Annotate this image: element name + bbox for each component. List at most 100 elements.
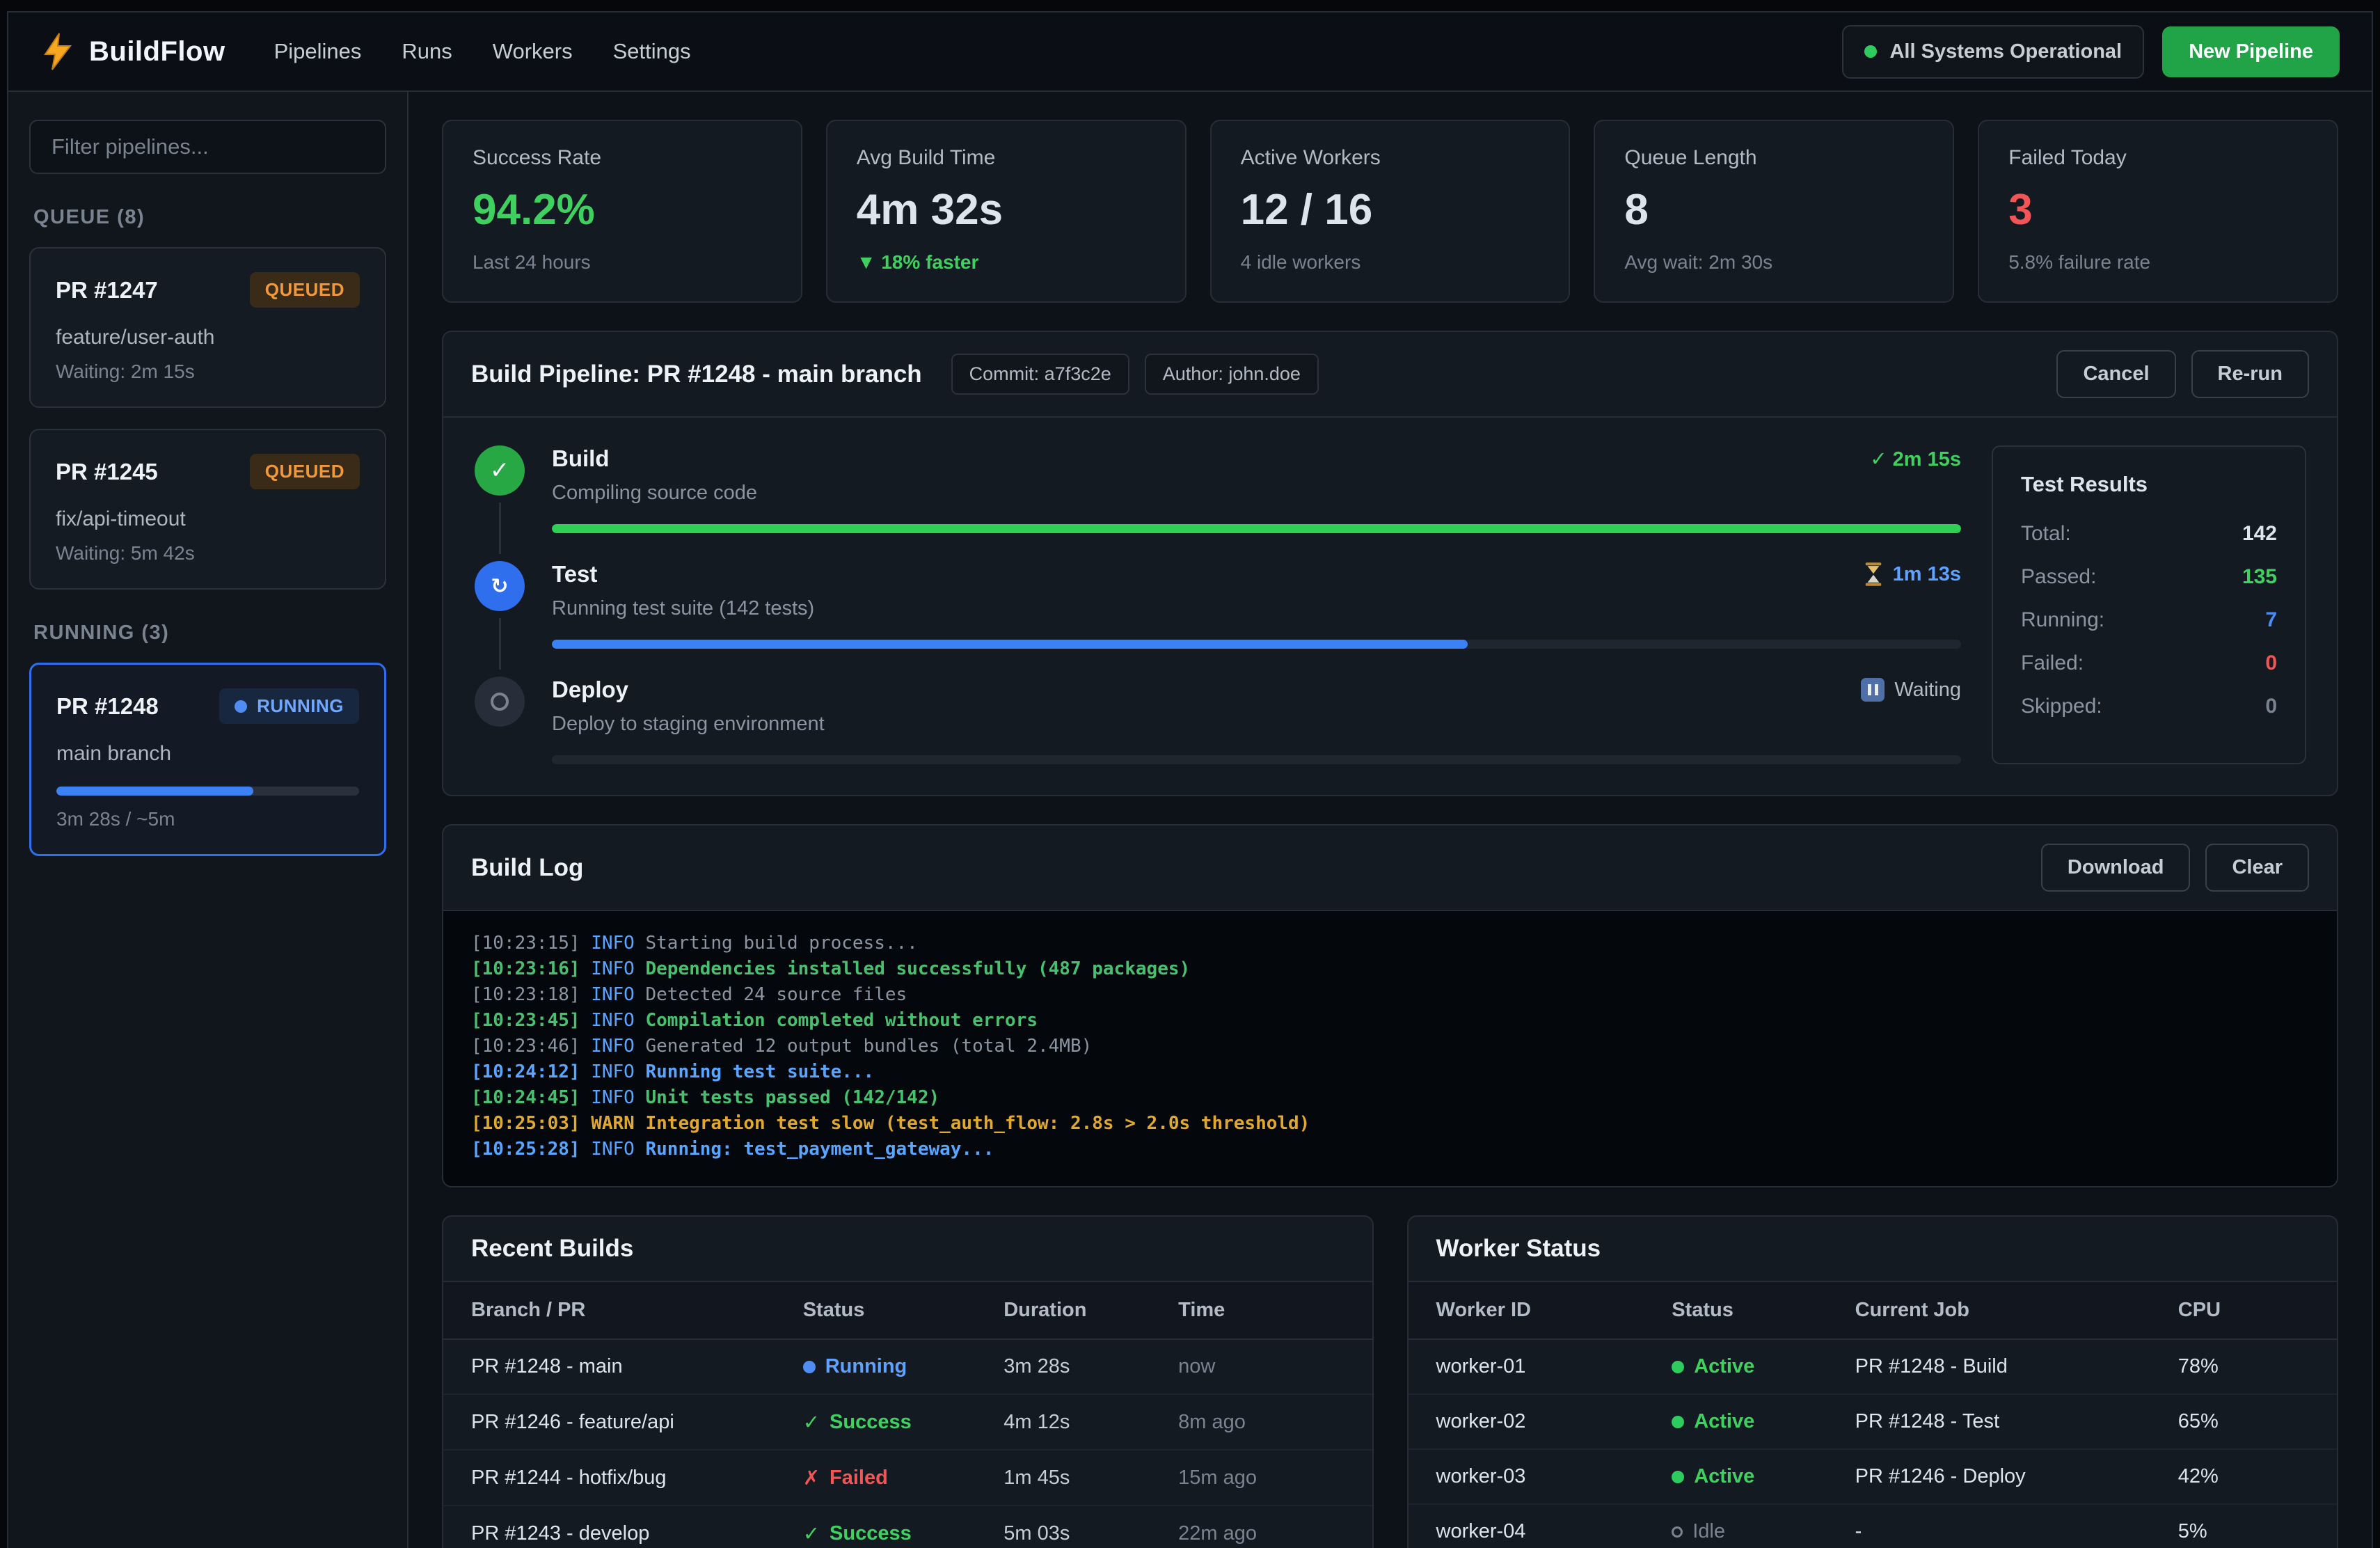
stat-label: Queue Length xyxy=(1624,146,1923,170)
branch-cell: PR #1248 - main xyxy=(471,1355,803,1378)
progress-fill xyxy=(552,524,1961,533)
nav-settings[interactable]: Settings xyxy=(613,39,691,64)
table-row[interactable]: worker-02 Active PR #1248 - Test 65% xyxy=(1409,1395,2338,1450)
step-pending-icon xyxy=(475,677,525,727)
stat-sub: Avg wait: 2m 30s xyxy=(1624,251,1923,274)
rerun-button[interactable]: Re-run xyxy=(2191,350,2309,398)
step-done-icon: ✓ xyxy=(475,445,525,496)
running-pipeline-card[interactable]: PR #1248 RUNNING main branch 3m 28s / ~5… xyxy=(29,663,386,856)
check-icon: ✓ xyxy=(803,1410,820,1434)
worker-status-title: Worker Status xyxy=(1436,1235,1601,1263)
queued-pipeline-card[interactable]: PR #1245 QUEUED fix/api-timeout Waiting:… xyxy=(29,429,386,590)
filter-pipelines-input[interactable] xyxy=(29,120,386,174)
col-duration: Duration xyxy=(1003,1299,1178,1322)
elapsed-time: 3m 28s / ~5m xyxy=(56,808,359,830)
log-output[interactable]: [10:23:15] INFO Starting build process..… xyxy=(443,911,2337,1186)
time-cell: now xyxy=(1178,1355,1344,1378)
lightning-bolt-icon xyxy=(40,32,75,71)
result-value: 0 xyxy=(2265,695,2277,718)
recent-builds-title: Recent Builds xyxy=(471,1235,633,1263)
stat-card-failed-today: Failed Today 3 5.8% failure rate xyxy=(1978,120,2338,303)
stat-card-success-rate: Success Rate 94.2% Last 24 hours xyxy=(442,120,802,303)
check-icon: ✓ xyxy=(803,1522,820,1545)
worker-id-cell: worker-04 xyxy=(1436,1520,1672,1543)
cancel-button[interactable]: Cancel xyxy=(2056,350,2175,398)
table-row[interactable]: worker-01 Active PR #1248 - Build 78% xyxy=(1409,1340,2338,1395)
log-line: [10:23:15] INFO Starting build process..… xyxy=(471,931,2309,956)
time-cell: 15m ago xyxy=(1178,1467,1344,1490)
active-dot-icon xyxy=(1672,1361,1684,1373)
log-line: [10:23:45] INFO Compilation completed wi… xyxy=(471,1008,2309,1034)
log-line: [10:24:12] INFO Running test suite... xyxy=(471,1059,2309,1085)
duration-cell: 3m 28s xyxy=(1003,1355,1178,1378)
brand: BuildFlow xyxy=(40,32,225,71)
queued-badge: QUEUED xyxy=(250,454,360,489)
table-row[interactable]: worker-04 Idle - 5% xyxy=(1409,1505,2338,1548)
stat-sub: ▼ 18% faster xyxy=(857,251,1156,274)
cpu-cell: 65% xyxy=(2178,1410,2309,1433)
nav-pipelines[interactable]: Pipelines xyxy=(274,39,362,64)
table-row[interactable]: PR #1246 - feature/api ✓Success 4m 12s 8… xyxy=(443,1395,1372,1451)
status-cell: Running xyxy=(803,1355,1004,1378)
stat-card-avg-build-time: Avg Build Time 4m 32s ▼ 18% faster xyxy=(826,120,1187,303)
log-line: [10:25:28] INFO Running: test_payment_ga… xyxy=(471,1137,2309,1162)
col-worker-id: Worker ID xyxy=(1436,1299,1672,1322)
test-results-panel: Test Results Total: 142 Passed: 135 Runn… xyxy=(1992,445,2306,764)
sidebar: QUEUE (8) PR #1247 QUEUED feature/user-a… xyxy=(8,92,408,1548)
branch-cell: PR #1246 - feature/api xyxy=(471,1411,803,1434)
new-pipeline-button[interactable]: New Pipeline xyxy=(2162,26,2340,77)
pr-number: PR #1248 xyxy=(56,693,159,720)
stat-value: 8 xyxy=(1624,185,1923,235)
queued-badge: QUEUED xyxy=(250,272,360,308)
log-line: [10:23:18] INFO Detected 24 source files xyxy=(471,982,2309,1008)
table-row[interactable]: PR #1244 - hotfix/bug ✗Failed 1m 45s 15m… xyxy=(443,1451,1372,1506)
worker-id-cell: worker-03 xyxy=(1436,1465,1672,1488)
result-row: Running: 7 xyxy=(2021,608,2277,632)
log-line: [10:23:46] INFO Generated 12 output bund… xyxy=(471,1034,2309,1059)
result-row: Passed: 135 xyxy=(2021,565,2277,589)
stat-sub: 5.8% failure rate xyxy=(2008,251,2308,274)
step-deploy: Deploy Waiting Deploy to staging environ… xyxy=(474,677,1961,764)
test-results-title: Test Results xyxy=(2021,472,2277,497)
recent-builds-panel: Recent Builds Branch / PR Status Duratio… xyxy=(442,1215,1374,1548)
result-row: Skipped: 0 xyxy=(2021,695,2277,718)
step-duration: 1m 13s xyxy=(1864,562,1961,586)
pipeline-title: Build Pipeline: PR #1248 - main branch xyxy=(471,361,922,388)
nav-runs[interactable]: Runs xyxy=(402,39,452,64)
active-dot-icon xyxy=(1672,1416,1684,1428)
branch-name: fix/api-timeout xyxy=(56,507,360,531)
step-connector xyxy=(499,618,501,670)
col-status: Status xyxy=(1672,1299,1855,1322)
nav-workers[interactable]: Workers xyxy=(493,39,573,64)
step-description: Running test suite (142 tests) xyxy=(552,597,1961,620)
step-progress-bar xyxy=(552,755,1961,764)
download-button[interactable]: Download xyxy=(2041,844,2191,892)
step-connector xyxy=(499,503,501,554)
stat-sub: Last 24 hours xyxy=(473,251,772,274)
step-name: Deploy xyxy=(552,677,628,703)
table-row[interactable]: worker-03 Active PR #1246 - Deploy 42% xyxy=(1409,1450,2338,1505)
running-dot-icon xyxy=(803,1361,816,1373)
pr-number: PR #1245 xyxy=(56,459,158,485)
queued-pipeline-card[interactable]: PR #1247 QUEUED feature/user-auth Waitin… xyxy=(29,247,386,408)
running-badge-label: RUNNING xyxy=(257,695,344,717)
build-log-panel: Build Log Download Clear [10:23:15] INFO… xyxy=(442,824,2338,1187)
progress-fill xyxy=(552,640,1468,649)
step-name: Build xyxy=(552,445,609,472)
result-label: Failed: xyxy=(2021,651,2084,675)
pause-icon xyxy=(1861,678,1885,702)
step-name: Test xyxy=(552,561,597,587)
stat-value: 4m 32s xyxy=(857,185,1156,235)
stat-label: Success Rate xyxy=(473,146,772,170)
branch-cell: PR #1243 - develop xyxy=(471,1522,803,1545)
table-row[interactable]: PR #1243 - develop ✓Success 5m 03s 22m a… xyxy=(443,1506,1372,1548)
time-cell: 22m ago xyxy=(1178,1522,1344,1545)
author-tag: Author: john.doe xyxy=(1145,354,1319,395)
clear-button[interactable]: Clear xyxy=(2205,844,2309,892)
step-duration-text: 1m 13s xyxy=(1893,563,1961,586)
col-cpu: CPU xyxy=(2178,1299,2309,1322)
stats-row: Success Rate 94.2% Last 24 hours Avg Bui… xyxy=(442,120,2338,303)
table-row[interactable]: PR #1248 - main Running 3m 28s now xyxy=(443,1340,1372,1395)
log-line: [10:23:16] INFO Dependencies installed s… xyxy=(471,956,2309,982)
stat-label: Active Workers xyxy=(1241,146,1540,170)
